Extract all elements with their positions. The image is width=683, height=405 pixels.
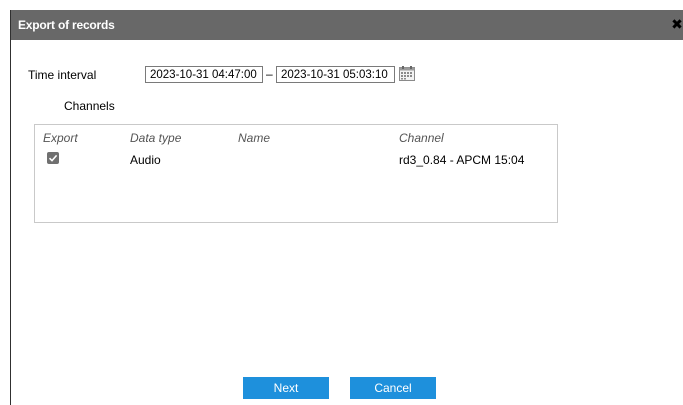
column-header-name: Name [238,131,271,145]
next-button[interactable]: Next [243,377,329,399]
dialog-titlebar[interactable]: Export of records [11,10,683,40]
time-interval-label: Time interval [28,68,97,82]
checkmark-icon [48,154,58,162]
interval-separator: – [266,67,273,81]
end-time-input[interactable] [276,66,395,83]
dialog-title: Export of records [18,18,115,32]
column-header-export: Export [43,131,78,145]
close-icon[interactable]: ✖ [671,16,683,32]
column-header-channel: Channel [399,131,444,145]
export-records-dialog: Export of records Time interval – Channe… [10,10,683,405]
cancel-button[interactable]: Cancel [350,377,436,399]
column-header-data-type: Data type [130,131,182,145]
row-channel: rd3_0.84 - APCM 15:04 [399,153,525,167]
export-checkbox[interactable] [47,152,59,164]
channels-table: Export Data type Name Channel Audio rd3_… [34,124,558,223]
calendar-icon[interactable] [399,66,415,81]
row-data-type: Audio [130,153,161,167]
channels-label: Channels [64,99,115,113]
start-time-input[interactable] [145,66,263,83]
